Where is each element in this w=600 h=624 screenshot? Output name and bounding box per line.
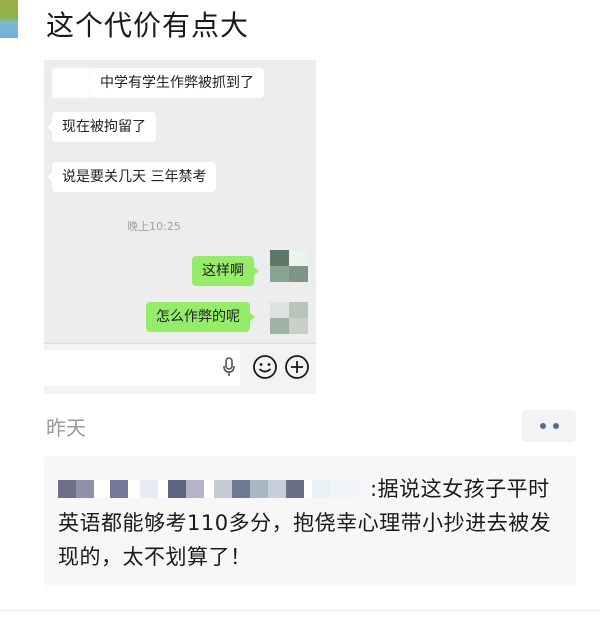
chat-screenshot-image[interactable]: 中学有学生作弊被抓到了 现在被拘留了 说是要关几天 三年禁考 晚上10:25 这… (44, 60, 316, 394)
pixelated-commenter-name[interactable] (58, 480, 366, 500)
chat-timestamp: 晚上10:25 (127, 220, 181, 233)
chat-input-bar (44, 343, 316, 394)
message-input[interactable] (44, 350, 240, 386)
outgoing-message: 这样啊 (192, 256, 259, 286)
pixelated-avatar (270, 302, 308, 334)
emoji-icon[interactable] (252, 354, 278, 380)
pixelated-avatar (270, 250, 308, 282)
more-options-button[interactable] (522, 410, 576, 442)
divider (0, 610, 600, 611)
more-dots-icon (552, 423, 559, 429)
post-timestamp: 昨天 (46, 416, 86, 440)
comment-section: :据说这女孩子平时英语都能够考110多分，抱侥幸心理带小抄进去被发现的，太不划算… (44, 456, 576, 586)
incoming-message: 中学有学生作弊被抓到了 (85, 68, 264, 98)
microphone-icon[interactable] (222, 356, 236, 378)
avatar[interactable] (0, 0, 18, 38)
outgoing-message: 怎么作弊的呢 (146, 302, 255, 332)
incoming-message: 说是要关几天 三年禁考 (46, 162, 217, 192)
more-dots-icon (539, 423, 546, 429)
incoming-message: 现在被拘留了 (47, 112, 156, 142)
plus-icon[interactable] (284, 354, 310, 380)
post-title: 这个代价有点大 (46, 9, 250, 42)
comment: :据说这女孩子平时英语都能够考110多分，抱侥幸心理带小抄进去被发现的，太不划算… (58, 472, 564, 574)
